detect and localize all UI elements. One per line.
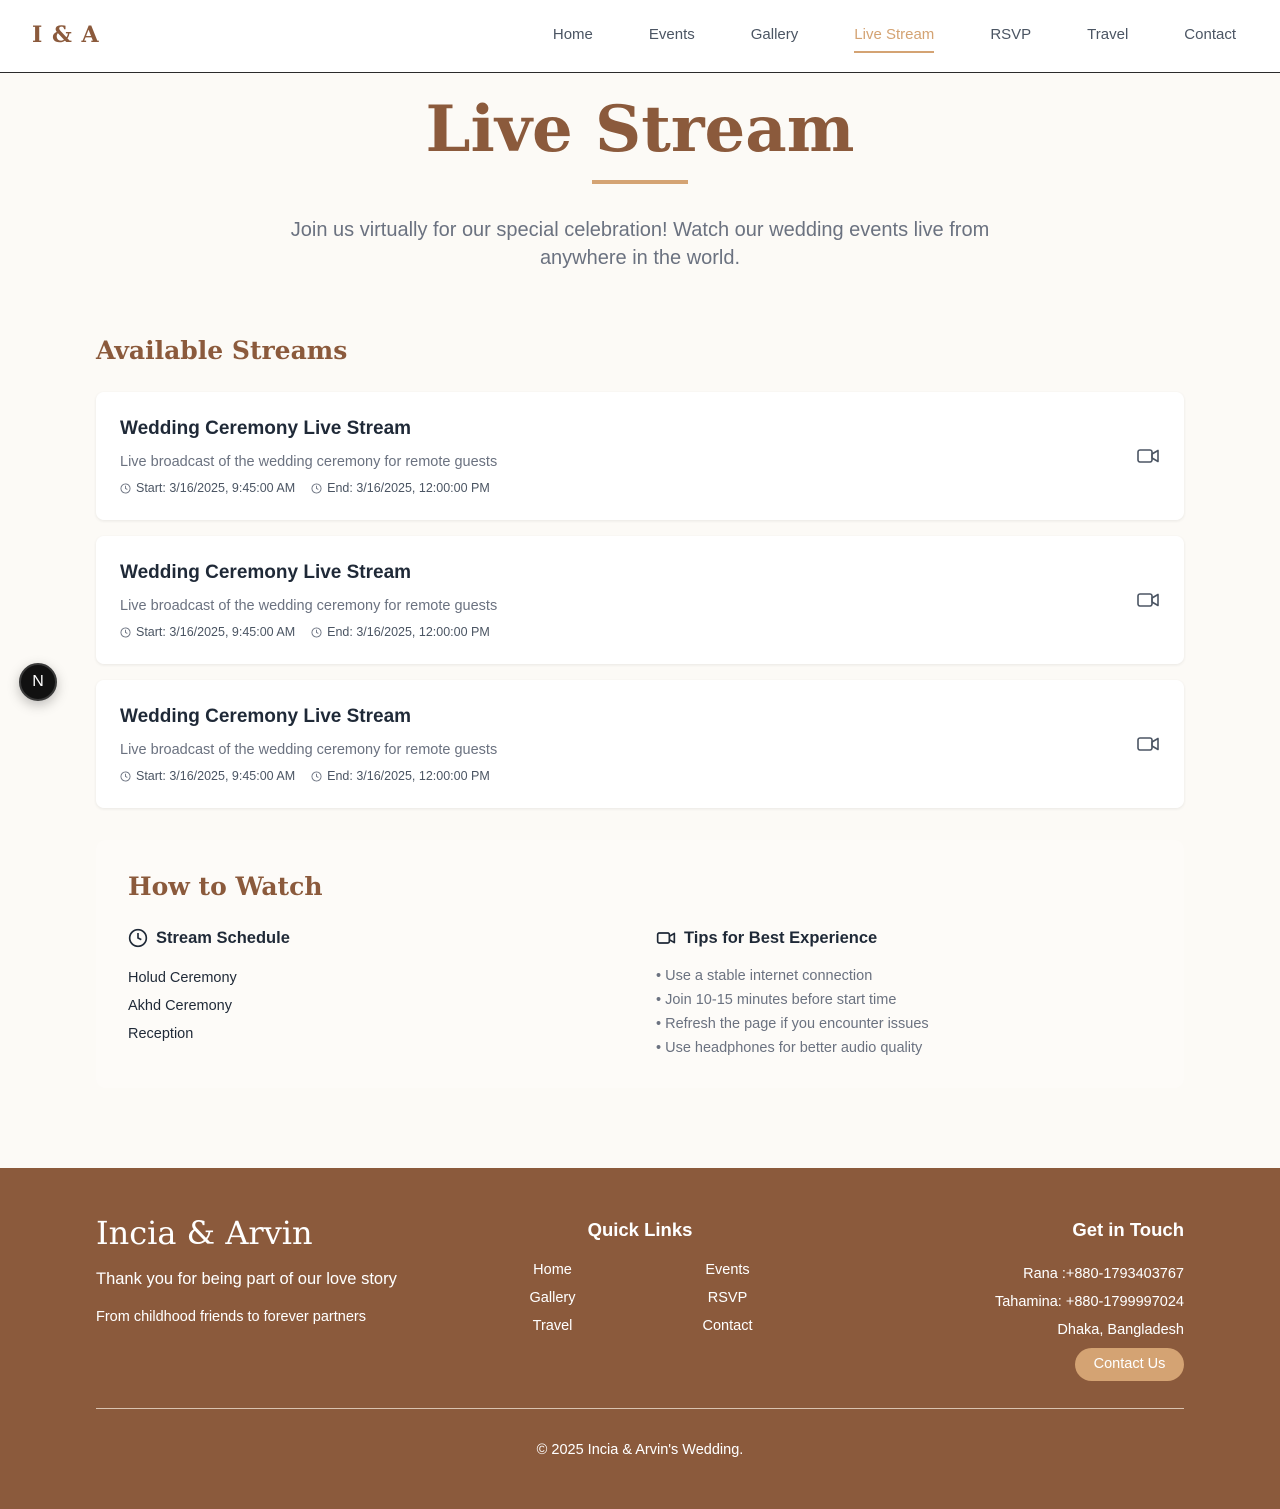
contact-phone-tahamina: Tahamina: +880-1799997024 (994, 1294, 1184, 1310)
nav-contact[interactable]: Contact (1184, 26, 1236, 53)
stream-end-label: End: 3/16/2025, 12:00:00 PM (327, 769, 490, 783)
stream-start-label: Start: 3/16/2025, 9:45:00 AM (136, 769, 296, 783)
video-icon (656, 932, 676, 944)
stream-description: Live broadcast of the wedding ceremony f… (120, 742, 498, 758)
footer-link-rsvp[interactable]: RSVP (640, 1288, 815, 1308)
stream-title: Wedding Ceremony Live Stream (120, 418, 412, 439)
stream-card[interactable]: Wedding Ceremony Live Stream Live broadc… (96, 536, 1184, 664)
clock-icon (120, 626, 131, 638)
stream-times: Start: 3/16/2025, 9:45:00 AM End: 3/16/2… (120, 481, 506, 495)
title-divider (592, 180, 688, 184)
footer-link-contact[interactable]: Contact (640, 1316, 815, 1336)
schedule-item: Reception (128, 1026, 194, 1042)
stream-description: Live broadcast of the wedding ceremony f… (120, 454, 498, 470)
how-to-watch-heading: How to Watch (128, 872, 323, 901)
stream-description: Live broadcast of the wedding ceremony f… (120, 598, 498, 614)
footer-link-travel[interactable]: Travel (465, 1316, 640, 1336)
stream-times: Start: 3/16/2025, 9:45:00 AM End: 3/16/2… (120, 625, 506, 639)
site-header: I & A Home Events Gallery Live Stream RS… (0, 0, 1280, 73)
nav-live-stream[interactable]: Live Stream (854, 26, 935, 53)
stream-start: Start: 3/16/2025, 9:45:00 AM (120, 625, 295, 639)
footer-divider (96, 1408, 1184, 1409)
stream-end: End: 3/16/2025, 12:00:00 PM (311, 481, 490, 495)
schedule-item: Akhd Ceremony (128, 998, 232, 1014)
nav-gallery[interactable]: Gallery (751, 26, 799, 53)
contact-info: Rana :+880-1793403767 Tahamina: +880-179… (995, 1260, 1184, 1344)
stream-start-label: Start: 3/16/2025, 9:45:00 AM (136, 481, 296, 495)
main-nav: Home Events Gallery Live Stream RSVP Tra… (497, 26, 1236, 53)
tips-heading: Tips for Best Experience (656, 928, 877, 948)
footer-subtagline: From childhood friends to forever partne… (96, 1309, 366, 1325)
copyright: © 2025 Incia & Arvin's Wedding. (536, 1442, 744, 1458)
stream-title: Wedding Ceremony Live Stream (120, 706, 412, 727)
tips-list: • Use a stable internet connection • Joi… (656, 964, 929, 1060)
clock-icon (311, 482, 322, 494)
stream-end-label: End: 3/16/2025, 12:00:00 PM (327, 481, 490, 495)
clock-icon (128, 928, 148, 948)
clock-icon (311, 770, 322, 782)
stream-start: Start: 3/16/2025, 9:45:00 AM (120, 769, 295, 783)
stream-end-label: End: 3/16/2025, 12:00:00 PM (327, 625, 490, 639)
site-logo[interactable]: I & A (32, 22, 100, 48)
nav-home[interactable]: Home (553, 26, 593, 53)
clock-icon (311, 626, 322, 638)
stream-card[interactable]: Wedding Ceremony Live Stream Live broadc… (96, 680, 1184, 808)
stream-start-label: Start: 3/16/2025, 9:45:00 AM (136, 625, 296, 639)
tip-item: • Join 10-15 minutes before start time (656, 992, 897, 1008)
nav-rsvp[interactable]: RSVP (990, 26, 1031, 53)
nav-events[interactable]: Events (649, 26, 695, 53)
tips-heading-label: Tips for Best Experience (684, 928, 878, 947)
contact-location: Dhaka, Bangladesh (1057, 1322, 1184, 1338)
how-to-watch-panel: How to Watch Stream Schedule Holud Cerem… (96, 840, 1184, 1088)
stream-title: Wedding Ceremony Live Stream (120, 562, 412, 583)
tip-item: • Refresh the page if you encounter issu… (656, 1016, 929, 1032)
nav-travel[interactable]: Travel (1087, 26, 1128, 53)
schedule-item: Holud Ceremony (128, 970, 237, 986)
page-title: Live Stream (425, 92, 855, 167)
stream-end: End: 3/16/2025, 12:00:00 PM (311, 769, 490, 783)
stream-times: Start: 3/16/2025, 9:45:00 AM End: 3/16/2… (120, 769, 506, 783)
site-footer: Incia & Arvin Thank you for being part o… (0, 1168, 1280, 1509)
footer-tagline: Thank you for being part of our love sto… (96, 1270, 397, 1288)
clock-icon (120, 770, 131, 782)
tip-item: • Use a stable internet connection (656, 968, 873, 984)
quick-links: Home Events Gallery RSVP Travel Contact (465, 1260, 815, 1336)
footer-link-home[interactable]: Home (465, 1260, 640, 1280)
page-subtitle: Join us virtually for our special celebr… (290, 219, 990, 269)
schedule-list: Holud Ceremony Akhd Ceremony Reception (128, 964, 237, 1048)
footer-link-events[interactable]: Events (640, 1260, 815, 1280)
contact-us-button[interactable]: Contact Us (1075, 1348, 1184, 1381)
floating-n-badge[interactable]: N (19, 663, 57, 701)
stream-card[interactable]: Wedding Ceremony Live Stream Live broadc… (96, 392, 1184, 520)
tip-item: • Use headphones for better audio qualit… (656, 1040, 923, 1056)
video-icon[interactable] (1136, 732, 1160, 756)
schedule-heading-label: Stream Schedule (156, 928, 290, 947)
video-icon[interactable] (1136, 588, 1160, 612)
stream-start: Start: 3/16/2025, 9:45:00 AM (120, 481, 295, 495)
clock-icon (120, 482, 131, 494)
contact-phone-rana: Rana :+880-1793403767 (1023, 1266, 1184, 1282)
schedule-heading: Stream Schedule (128, 928, 290, 948)
get-in-touch-heading: Get in Touch (1072, 1219, 1184, 1240)
footer-link-gallery[interactable]: Gallery (465, 1288, 640, 1308)
video-icon[interactable] (1136, 444, 1160, 468)
stream-end: End: 3/16/2025, 12:00:00 PM (311, 625, 490, 639)
streams-heading: Available Streams (96, 336, 348, 365)
